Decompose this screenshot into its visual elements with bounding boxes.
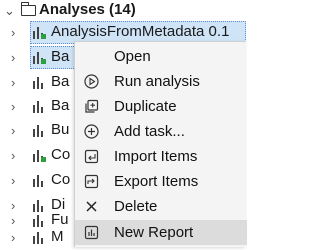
chevron-right-icon[interactable]: ›	[11, 231, 15, 244]
menu-item-run-analysis[interactable]: Run analysis	[75, 69, 247, 94]
folder-label: Analyses (14)	[39, 1, 136, 18]
chevron-right-icon[interactable]: ›	[11, 149, 15, 162]
menu-item-label: Run analysis	[114, 73, 200, 90]
menu-item-label: Delete	[114, 198, 158, 215]
tree-row-label: AnalysisFromMetadata 0.1	[51, 23, 230, 40]
tree-row-label: Bu	[51, 121, 70, 138]
menu-item-label: Export Items	[114, 173, 199, 190]
menu-item-label: New Report	[114, 224, 194, 241]
chevron-down-icon[interactable]: ⌄	[4, 4, 15, 17]
analysis-icon	[33, 232, 49, 244]
menu-item-open[interactable]: Open	[75, 44, 247, 69]
tree-row-label: Ba	[51, 48, 70, 65]
analysis-icon	[33, 101, 49, 113]
chevron-right-icon[interactable]: ›	[11, 174, 15, 187]
chevron-right-icon[interactable]: ›	[11, 76, 15, 89]
chevron-right-icon[interactable]: ›	[11, 124, 15, 137]
menu-item-new-report[interactable]: New Report	[75, 220, 247, 245]
menu-item-export-items[interactable]: Export Items	[75, 169, 247, 194]
analysis-icon	[33, 77, 49, 89]
folder-icon	[21, 2, 36, 16]
report-icon	[83, 224, 99, 240]
export-icon	[83, 173, 99, 189]
tree-row-label: Ba	[51, 73, 70, 90]
import-icon	[83, 148, 99, 164]
menu-item-import-items[interactable]: Import Items	[75, 144, 247, 169]
analysis-icon	[33, 125, 49, 137]
analysis-icon	[33, 27, 49, 39]
chevron-right-icon[interactable]: ›	[11, 100, 15, 113]
menu-item-delete[interactable]: Delete	[75, 194, 247, 219]
close-icon	[83, 198, 99, 214]
menu-item-duplicate[interactable]: Duplicate	[75, 94, 247, 119]
duplicate-icon	[83, 98, 99, 114]
menu-item-label: Duplicate	[114, 98, 177, 115]
menu-item-add-task[interactable]: Add task...	[75, 119, 247, 144]
analysis-icon	[33, 175, 49, 187]
analysis-icon	[33, 52, 49, 64]
menu-item-label: Open	[114, 48, 151, 65]
chevron-right-icon[interactable]: ›	[11, 51, 15, 64]
play-icon	[83, 73, 99, 89]
tree-row-label: Co	[51, 146, 71, 163]
context-menu: Open Run analysis Duplicate Add task... …	[74, 41, 247, 247]
add-icon	[83, 123, 99, 139]
chevron-right-icon[interactable]: ›	[11, 26, 15, 39]
tree-row-label: M	[51, 228, 64, 245]
menu-item-label: Import Items	[114, 148, 198, 165]
analysis-icon	[33, 150, 49, 162]
menu-item-label: Add task...	[114, 123, 185, 140]
tree-row-label: Ba	[51, 97, 70, 114]
tree-row-label: Co	[51, 171, 71, 188]
analyses-folder-node[interactable]: ⌄ Analyses (14)	[0, 0, 246, 22]
